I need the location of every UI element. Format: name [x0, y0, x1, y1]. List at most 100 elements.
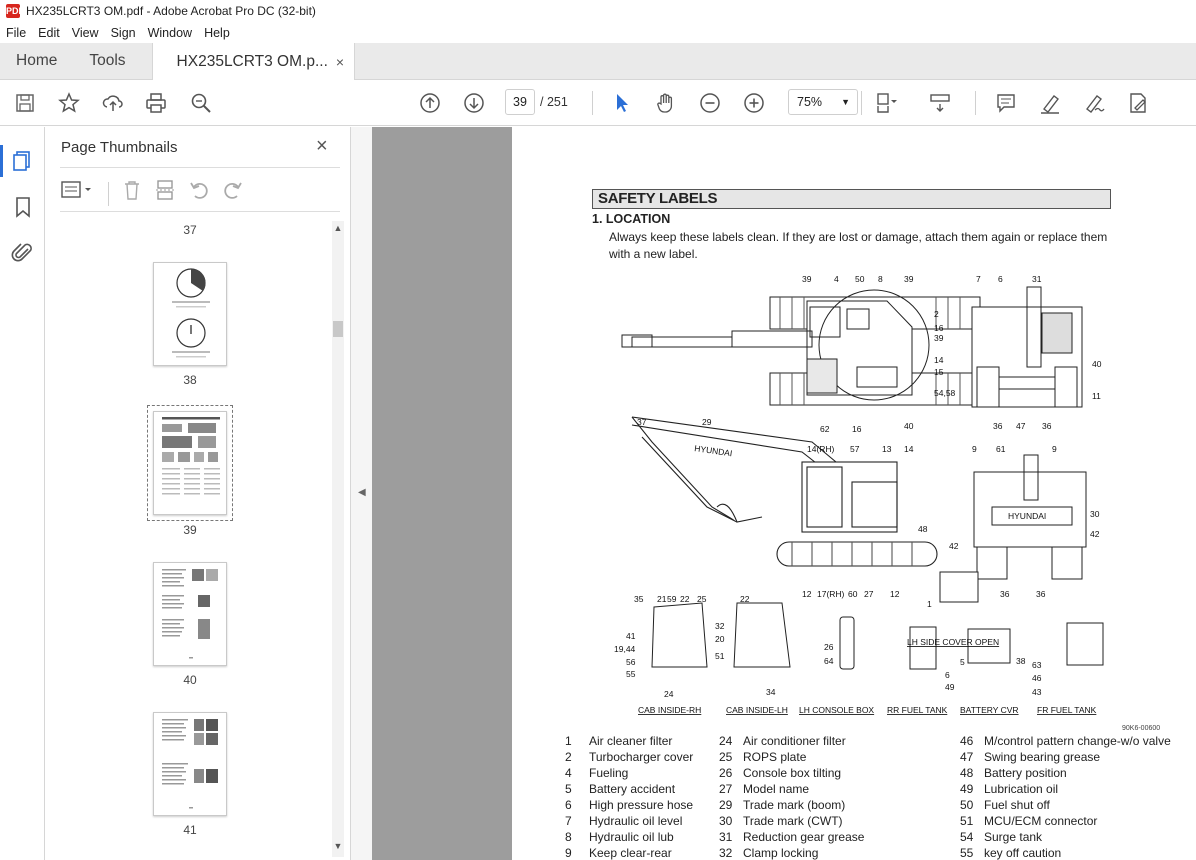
svg-text:41: 41: [626, 631, 636, 641]
svg-text:6: 6: [998, 274, 1003, 284]
legend-text: Reduction gear grease: [743, 830, 865, 844]
legend-number: 46: [960, 734, 974, 748]
legend-row: 49 Lubrication oil: [960, 781, 1171, 797]
svg-text:16: 16: [934, 323, 944, 333]
legend-number: 27: [719, 782, 733, 796]
svg-text:24: 24: [664, 689, 674, 699]
edit-pdf-icon[interactable]: [1126, 91, 1150, 115]
page-number-input[interactable]: 39: [505, 89, 535, 115]
legend-number: 4: [565, 766, 572, 780]
fit-page-icon[interactable]: [874, 91, 898, 115]
thumbnail-scrollbar[interactable]: ▲ ▼: [332, 221, 344, 857]
svg-text:27: 27: [864, 589, 874, 599]
legend-row: 2 Turbocharger cover: [565, 749, 693, 765]
svg-text:55: 55: [626, 669, 636, 679]
upload-icon[interactable]: [101, 91, 125, 115]
sign-icon[interactable]: [1082, 91, 1106, 115]
chevron-down-icon[interactable]: ▼: [332, 841, 344, 851]
close-icon[interactable]: ×: [316, 135, 328, 158]
legend-number: 49: [960, 782, 974, 796]
legend-text: Battery position: [984, 766, 1067, 780]
scroll-mode-icon[interactable]: [928, 91, 952, 115]
legend-text: Model name: [743, 782, 810, 796]
panel-splitter[interactable]: ◀: [350, 127, 372, 860]
thumbnail-page-41[interactable]: [153, 712, 227, 816]
legend-number: 7: [565, 814, 572, 828]
tab-tools[interactable]: Tools: [73, 43, 141, 79]
save-icon[interactable]: [13, 91, 37, 115]
caption-lh-side-cover-open: LH SIDE COVER OPEN: [907, 637, 999, 647]
tab-close-icon[interactable]: ×: [336, 54, 344, 70]
attachment-icon[interactable]: [11, 241, 35, 265]
svg-text:40: 40: [1092, 359, 1102, 369]
hand-icon[interactable]: [654, 91, 678, 115]
legend-text: Fueling: [589, 766, 629, 780]
select-arrow-icon[interactable]: [610, 91, 634, 115]
menu-edit[interactable]: Edit: [38, 26, 60, 40]
extract-pages-icon[interactable]: [154, 179, 176, 201]
zoom-out-icon[interactable]: [698, 91, 722, 115]
svg-text:15: 15: [934, 367, 944, 377]
zoom-select[interactable]: 75% ▼: [788, 89, 858, 115]
chevron-up-icon[interactable]: ▲: [332, 223, 344, 233]
legend-text: Swing bearing grease: [984, 750, 1101, 764]
page-down-icon[interactable]: [462, 91, 486, 115]
thumbnail-page-39[interactable]: [153, 411, 227, 515]
zoom-in-icon[interactable]: [742, 91, 766, 115]
thumbnail-page-38[interactable]: [153, 262, 227, 366]
menu-help[interactable]: Help: [204, 26, 230, 40]
zoom-value: 75%: [797, 95, 823, 109]
left-nav-rail: [0, 127, 45, 860]
menu-window[interactable]: Window: [148, 26, 192, 40]
tab-home[interactable]: Home: [0, 43, 73, 79]
safety-label-diagram: HYUNDAI HYUNDAI 39 4 50 8 39 216391415 54,58…: [614, 274, 1104, 715]
rotate-counterclockwise-icon[interactable]: [188, 179, 210, 201]
page-up-icon[interactable]: [418, 91, 442, 115]
svg-text:5: 5: [960, 657, 965, 667]
page-thumbnails-icon[interactable]: [11, 149, 35, 173]
legend-number: 2: [565, 750, 572, 764]
rotate-clockwise-icon[interactable]: [222, 179, 244, 201]
caption-lh-console-box: LH CONSOLE BOX: [799, 705, 874, 715]
legend-row: 31 Reduction gear grease: [719, 829, 864, 845]
svg-text:46: 46: [1032, 673, 1042, 683]
legend-row: 1 Air cleaner filter: [565, 733, 693, 749]
legend-text: Keep clear-rear: [589, 846, 672, 860]
svg-text:30: 30: [1090, 509, 1100, 519]
figure-code: 90K6-00600: [1122, 725, 1161, 732]
menu-file[interactable]: File: [6, 26, 26, 40]
bookmark-star-icon[interactable]: [57, 91, 81, 115]
bookmark-icon[interactable]: [11, 195, 35, 219]
highlight-icon[interactable]: [1038, 91, 1062, 115]
legend-row: 46 M/control pattern change-w/o valve: [960, 733, 1171, 749]
tab-document[interactable]: HX235LCRT3 OM.p... ×: [151, 43, 356, 81]
search-zoom-icon[interactable]: [189, 91, 213, 115]
legend-number: 5: [565, 782, 572, 796]
legend-row: 32 Clamp locking: [719, 845, 864, 860]
legend-text: Console box tilting: [743, 766, 842, 780]
svg-text:14(RH): 14(RH): [807, 444, 835, 454]
caption-cab-inside-rh: CAB INSIDE-RH: [638, 705, 701, 715]
svg-text:60: 60: [848, 589, 858, 599]
legend-row: 26 Console box tilting: [719, 765, 864, 781]
menu-view[interactable]: View: [72, 26, 99, 40]
legend-row: 9 Keep clear-rear: [565, 845, 693, 860]
legend-row: 51 MCU/ECM connector: [960, 813, 1171, 829]
delete-icon[interactable]: [121, 179, 143, 201]
thumbnail-page-40[interactable]: [153, 562, 227, 666]
front-brand-mark: HYUNDAI: [1008, 511, 1046, 521]
scrollbar-thumb[interactable]: [333, 321, 343, 337]
svg-text:17(RH): 17(RH): [817, 589, 845, 599]
options-menu-icon[interactable]: [60, 179, 94, 201]
legend-row: 8 Hydraulic oil lub: [565, 829, 693, 845]
legend-row: 30 Trade mark (CWT): [719, 813, 864, 829]
svg-text:26: 26: [824, 642, 834, 652]
panel-title: Page Thumbnails: [61, 139, 178, 156]
comment-icon[interactable]: [994, 91, 1018, 115]
legend-row: 5 Battery accident: [565, 781, 693, 797]
print-icon[interactable]: [144, 91, 168, 115]
svg-text:56: 56: [626, 657, 636, 667]
menu-sign[interactable]: Sign: [111, 26, 136, 40]
legend-text: MCU/ECM connector: [984, 814, 1098, 828]
collapse-panel-icon[interactable]: ◀: [358, 487, 366, 498]
